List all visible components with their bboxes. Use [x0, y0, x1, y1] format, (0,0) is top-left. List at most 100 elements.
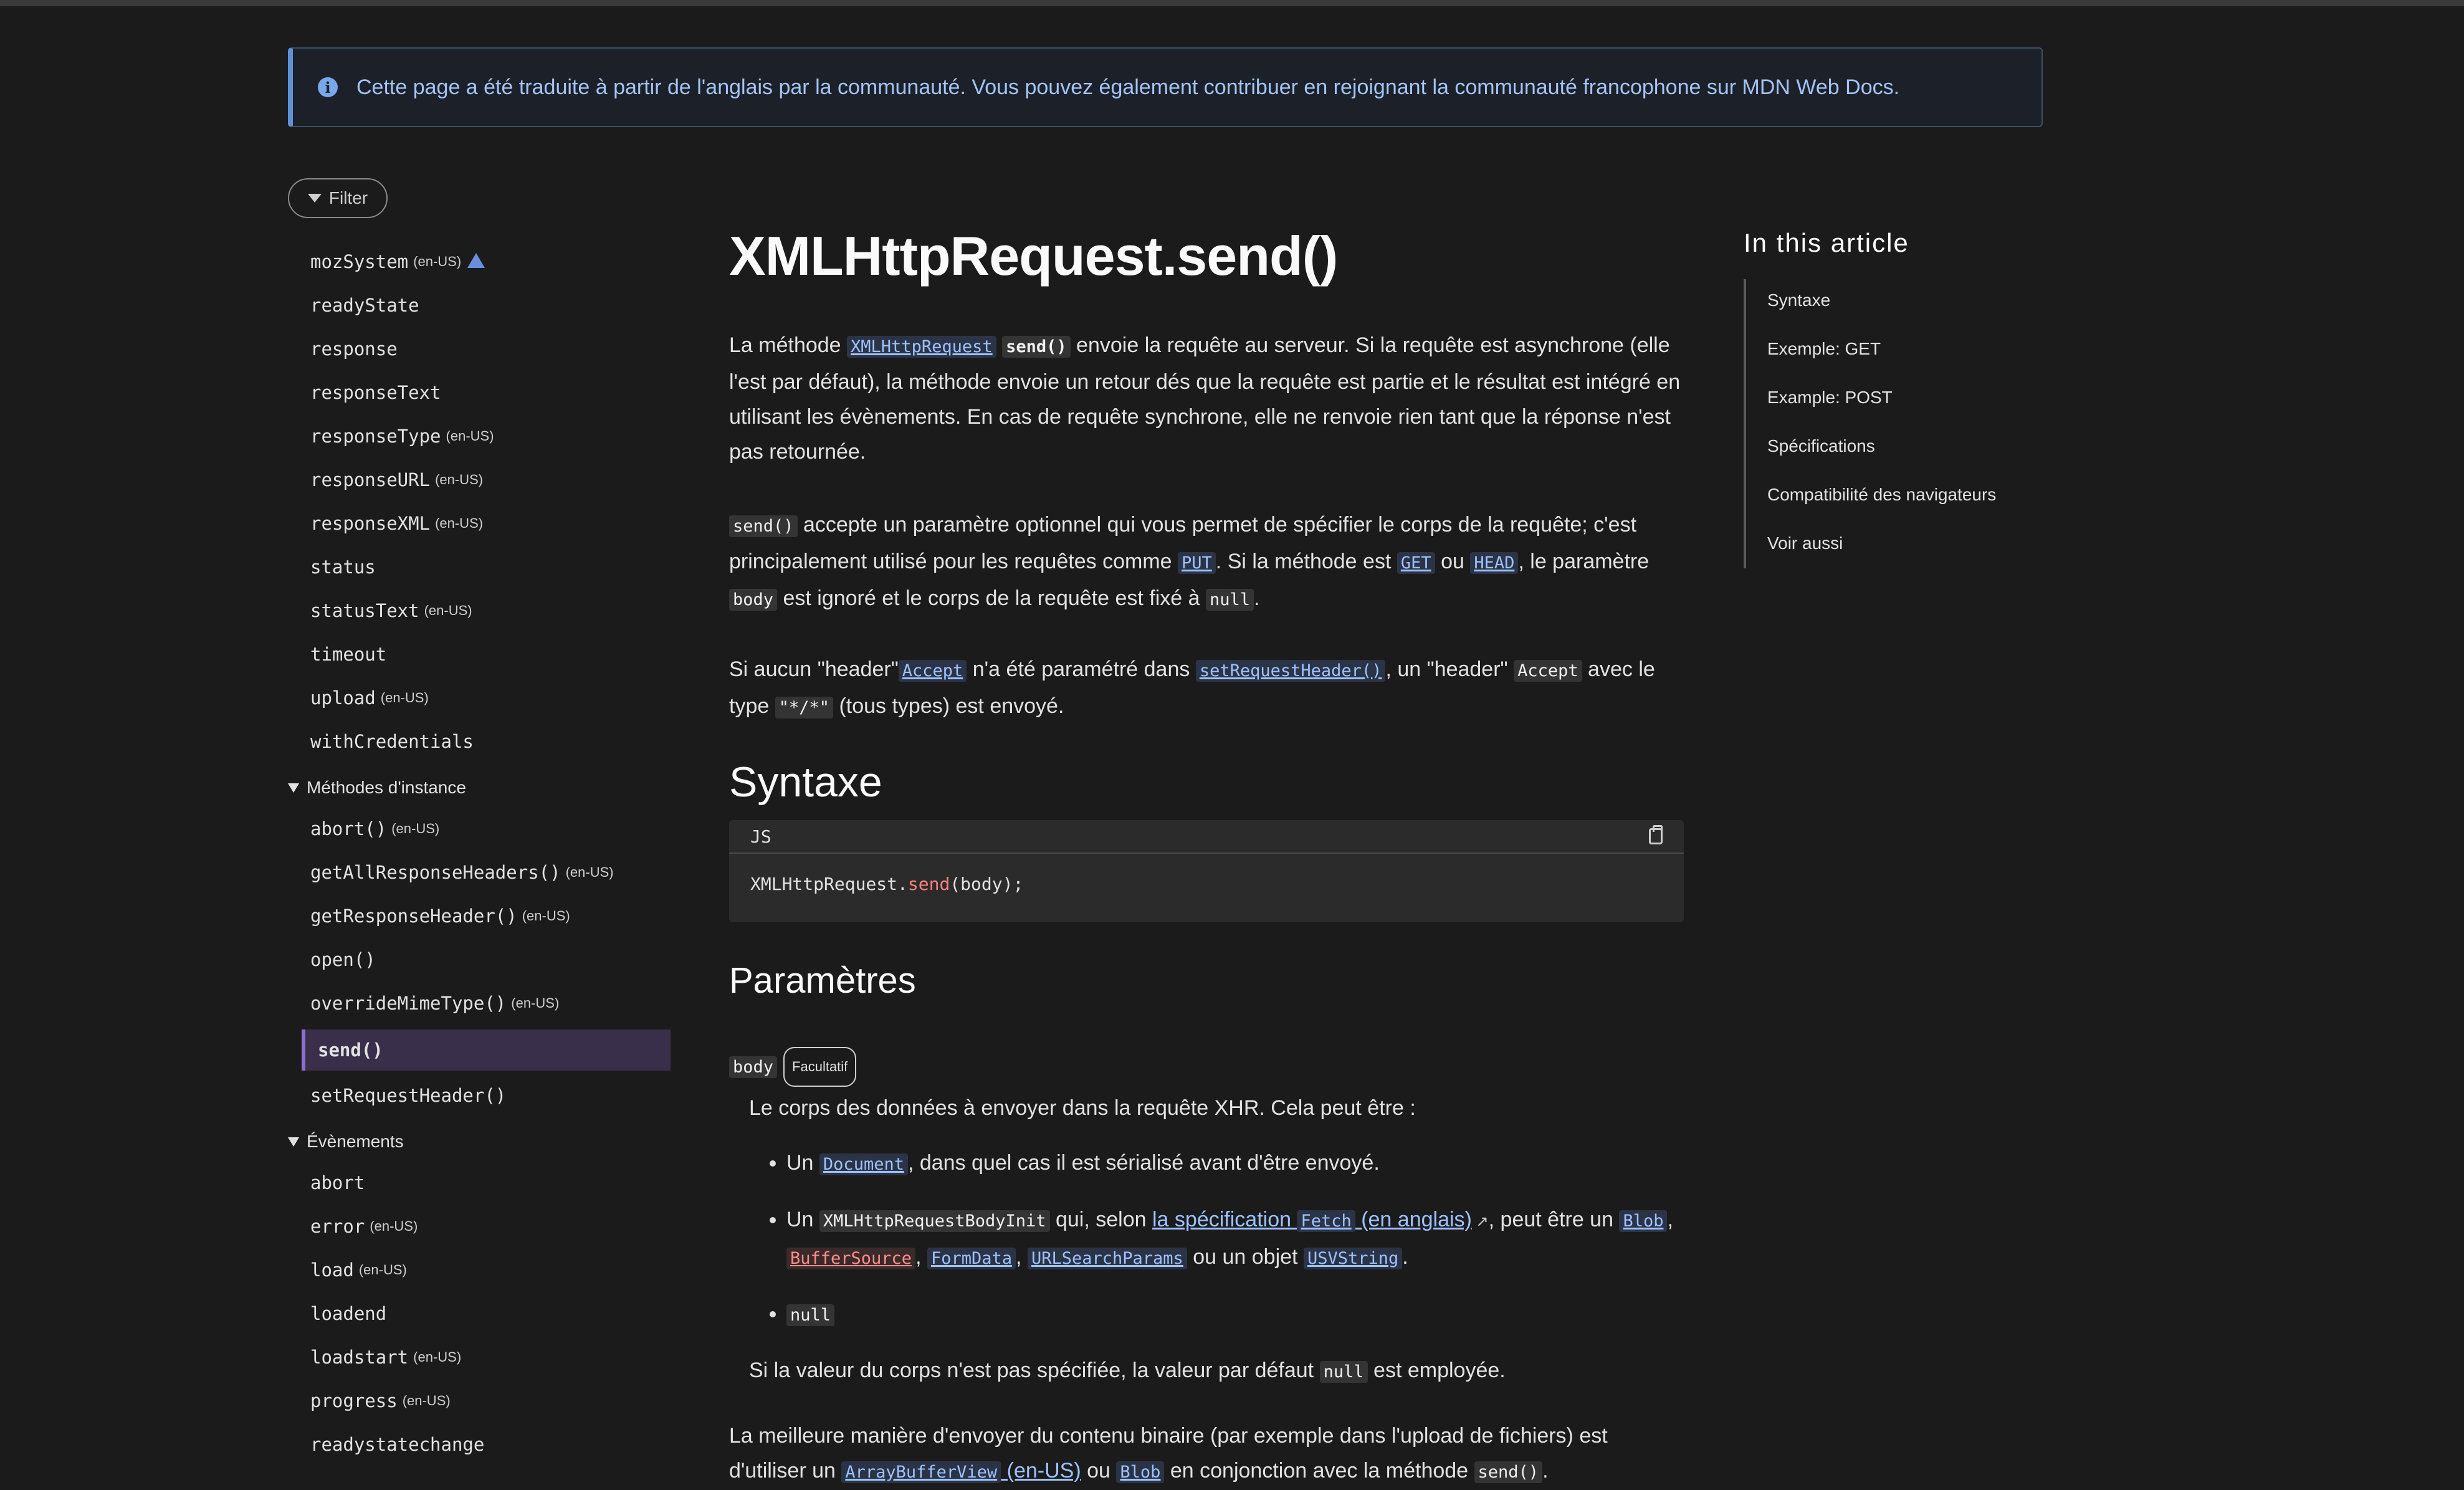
sidebar-item-label: progress: [310, 1390, 398, 1411]
sidebar-item-abort-method[interactable]: abort() (en-US): [310, 816, 439, 841]
locale-tag: (en-US): [370, 1218, 418, 1234]
link-formdata[interactable]: FormData: [927, 1245, 1016, 1269]
disclosure-triangle-icon: [288, 783, 299, 793]
sidebar-item-load[interactable]: load (en-US): [310, 1258, 407, 1282]
disclosure-triangle-icon: [288, 1137, 299, 1147]
toc-item-voir-aussi[interactable]: Voir aussi: [1767, 533, 1843, 553]
optional-badge: Facultatif: [783, 1047, 857, 1087]
link-blob[interactable]: Blob: [1116, 1459, 1165, 1483]
sidebar-item-statustext[interactable]: statusText (en-US): [310, 598, 472, 623]
list-item: Un XMLHttpRequestBodyInit qui, selon la …: [786, 1202, 1684, 1276]
sidebar-item-readystate[interactable]: readyState: [310, 293, 419, 318]
toc-item-syntaxe[interactable]: Syntaxe: [1767, 290, 1830, 310]
sidebar-item-getallresponseheaders[interactable]: getAllResponseHeaders() (en-US): [310, 860, 614, 885]
sidebar-item-label: status: [310, 556, 376, 578]
sidebar-item-label: loadend: [310, 1303, 387, 1324]
code-send: send(): [1002, 336, 1071, 358]
sidebar-item-getresponseheader[interactable]: getResponseHeader() (en-US): [310, 904, 570, 929]
toc-item-example-post[interactable]: Example: POST: [1767, 388, 1893, 408]
sidebar-group-methods[interactable]: Méthodes d'instance: [288, 775, 466, 800]
locale-tag: (en-US): [358, 1262, 407, 1277]
locale-tag: (en-US): [446, 428, 494, 444]
toc-item-compatibilite[interactable]: Compatibilité des navigateurs: [1767, 485, 1996, 505]
sidebar-item-label: responseText: [310, 382, 441, 403]
sidebar-item-label: responseType: [310, 426, 441, 447]
binary-paragraph: La meilleure manière d'envoyer du conten…: [729, 1424, 1608, 1483]
code-body: body: [729, 589, 778, 611]
sidebar-item-status[interactable]: status: [310, 555, 376, 580]
locale-tag: (en-US): [402, 1393, 451, 1408]
filter-label: Filter: [328, 188, 368, 208]
link-fetch-spec[interactable]: la spécification Fetch (en anglais): [1152, 1208, 1472, 1232]
sidebar-item-responsetype[interactable]: responseType (en-US): [310, 424, 494, 449]
sidebar-group-label: Évènements: [307, 1132, 404, 1151]
translation-notice: i Cette page a été traduite à partir de …: [288, 47, 2043, 127]
top-border: [0, 0, 2464, 6]
sidebar-item-label: open(): [310, 949, 376, 970]
sidebar-item-label: upload: [310, 687, 376, 709]
sidebar-item-loadstart[interactable]: loadstart (en-US): [310, 1345, 461, 1370]
code-type: "*/*": [775, 697, 833, 719]
link-urlsearchparams[interactable]: URLSearchParams: [1027, 1245, 1187, 1269]
locale-tag: (en-US): [413, 254, 462, 269]
code-null: null: [1205, 589, 1254, 611]
sidebar-item-label: getResponseHeader(): [310, 905, 517, 927]
sidebar-item-send-active[interactable]: send(): [302, 1029, 671, 1071]
copy-icon[interactable]: [1649, 825, 1663, 844]
locale-tag: (en-US): [424, 603, 472, 618]
info-icon: i: [318, 77, 338, 97]
locale-tag: (en-US): [413, 1349, 462, 1365]
sidebar-item-overridemimetype[interactable]: overrideMimeType() (en-US): [310, 991, 559, 1016]
locale-tag: (en-US): [511, 995, 560, 1011]
sidebar-item-withcredentials[interactable]: withCredentials: [310, 729, 474, 754]
sidebar-item-mozsystem[interactable]: mozSystem (en-US): [310, 249, 485, 274]
sidebar-item-label: readystatechange: [310, 1434, 485, 1455]
sidebar-item-response[interactable]: response: [310, 337, 398, 361]
sidebar-item-responsexml[interactable]: responseXML (en-US): [310, 511, 483, 536]
link-arraybufferview[interactable]: ArrayBufferView (en-US): [841, 1459, 1081, 1483]
sidebar-item-label: error: [310, 1216, 365, 1237]
locale-tag: (en-US): [435, 515, 484, 531]
header-paragraph: Si aucun "header" Accept n'a été paramétr…: [729, 657, 1655, 719]
link-document[interactable]: Document: [819, 1151, 908, 1175]
param-name: body: [729, 1056, 778, 1078]
sidebar-item-label: setRequestHeader(): [310, 1085, 507, 1106]
external-link-icon: ↗: [1471, 1213, 1489, 1230]
sidebar-item-label: abort: [310, 1172, 365, 1193]
sidebar-item-abort-event[interactable]: abort: [310, 1170, 365, 1195]
sidebar-item-readystatechange[interactable]: readystatechange: [310, 1432, 484, 1457]
link-accept[interactable]: Accept: [898, 657, 967, 682]
link-blob[interactable]: Blob: [1619, 1208, 1668, 1232]
param-body-term: body Facultatif: [729, 1047, 1683, 1087]
sidebar-item-label: timeout: [310, 644, 387, 665]
intro-paragraph: La méthode XMLHttpRequest send() envoie …: [729, 333, 1681, 464]
heading-parameters: Paramètres: [729, 960, 916, 1001]
sidebar-item-error[interactable]: error (en-US): [310, 1214, 418, 1239]
sidebar-item-progress[interactable]: progress (en-US): [310, 1388, 451, 1413]
link-usvstring[interactable]: USVString: [1303, 1245, 1403, 1269]
code-language: JS: [750, 826, 771, 847]
sidebar-item-label: responseURL: [310, 469, 431, 490]
link-head[interactable]: HEAD: [1470, 550, 1519, 574]
list-item: null: [786, 1296, 1684, 1333]
sidebar-item-timeout[interactable]: timeout: [310, 642, 386, 667]
sidebar-item-label: withCredentials: [310, 731, 474, 752]
link-xmlhttprequest[interactable]: XMLHttpRequest: [847, 333, 996, 358]
sidebar-item-upload[interactable]: upload (en-US): [310, 685, 429, 710]
sidebar-item-responseurl[interactable]: responseURL (en-US): [310, 467, 483, 492]
locale-tag: (en-US): [391, 821, 440, 836]
sidebar-group-events[interactable]: Évènements: [288, 1129, 404, 1154]
link-put[interactable]: PUT: [1178, 550, 1216, 574]
link-setrequestheader[interactable]: setRequestHeader(): [1195, 657, 1386, 682]
toc-item-specifications[interactable]: Spécifications: [1767, 436, 1875, 456]
sidebar-item-responsetext[interactable]: responseText: [310, 380, 441, 405]
code-content: XMLHttpRequest.send(body);: [750, 874, 1024, 894]
toc-item-exemple-get[interactable]: Exemple: GET: [1767, 339, 1881, 359]
link-get[interactable]: GET: [1397, 550, 1435, 574]
sidebar-item-setrequestheader[interactable]: setRequestHeader(): [310, 1083, 506, 1108]
link-buffersource[interactable]: BufferSource: [786, 1245, 916, 1269]
sidebar-item-label: readyState: [310, 295, 419, 316]
filter-button[interactable]: Filter: [288, 178, 388, 218]
sidebar-item-open[interactable]: open(): [310, 947, 376, 972]
sidebar-item-loadend[interactable]: loadend: [310, 1301, 386, 1326]
